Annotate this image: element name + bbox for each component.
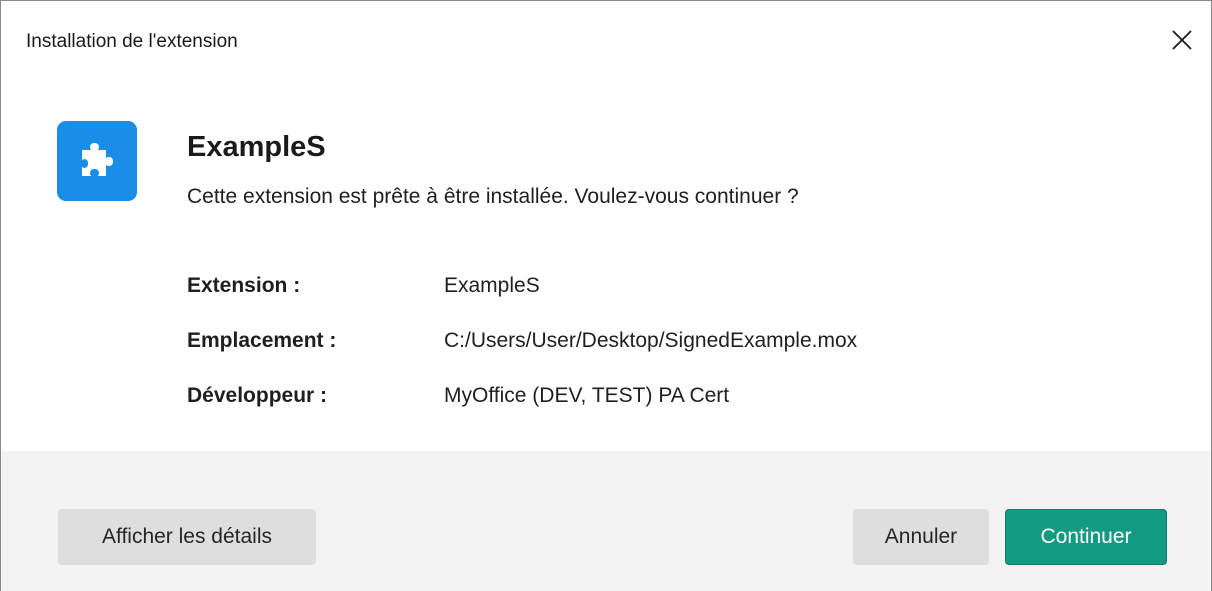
puzzle-icon <box>82 143 113 176</box>
detail-label: Développeur : <box>187 384 328 407</box>
detail-row-location: Emplacement : C:/Users/User/Desktop/Sign… <box>187 329 1087 359</box>
detail-value: MyOffice (DEV, TEST) PA Cert <box>444 384 730 407</box>
detail-row-developer: Développeur : MyOffice (DEV, TEST) PA Ce… <box>187 384 1087 414</box>
show-details-button[interactable]: Afficher les détails <box>58 509 316 565</box>
detail-value: C:/Users/User/Desktop/SignedExample.mox <box>444 329 858 352</box>
title-bar: Installation de l'extension <box>1 1 1211 85</box>
dialog-content: ExampleS Cette extension est prête à êtr… <box>1 85 1211 451</box>
detail-row-extension: Extension : ExampleS <box>187 274 1087 304</box>
close-icon <box>1172 30 1192 50</box>
cancel-button[interactable]: Annuler <box>853 509 989 565</box>
extension-icon-tile <box>57 121 137 201</box>
close-button[interactable] <box>1167 25 1197 55</box>
extension-name: ExampleS <box>187 131 326 163</box>
detail-value: ExampleS <box>444 274 540 297</box>
detail-label: Extension : <box>187 274 301 297</box>
continue-button[interactable]: Continuer <box>1005 509 1167 565</box>
dialog-footer: Afficher les détails Annuler Continuer <box>1 451 1211 591</box>
install-prompt-message: Cette extension est prête à être install… <box>187 185 799 208</box>
extension-install-dialog: Installation de l'extension ExampleS Cet… <box>0 0 1212 591</box>
detail-label: Emplacement : <box>187 329 337 352</box>
dialog-title: Installation de l'extension <box>26 31 238 52</box>
